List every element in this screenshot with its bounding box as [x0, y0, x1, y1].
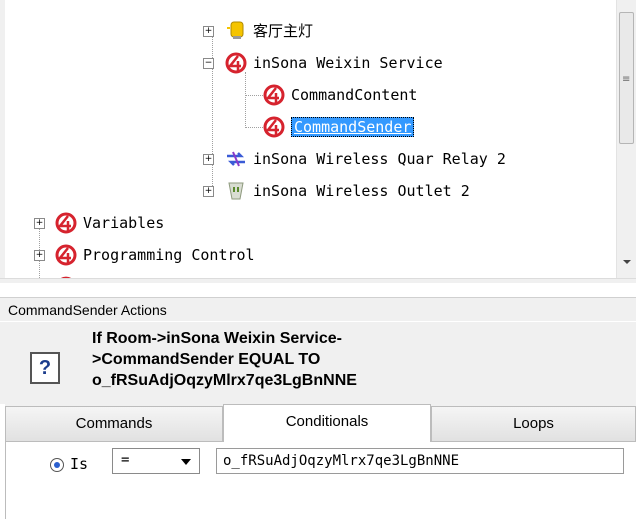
outlet-icon	[228, 182, 244, 200]
splitter[interactable]	[0, 278, 636, 283]
help-button[interactable]: ?	[30, 352, 60, 384]
insona-logo-icon	[55, 212, 77, 234]
tab-loops[interactable]: Loops	[431, 406, 636, 442]
tree-node-outlet[interactable]: inSona Wireless Outlet 2	[225, 179, 470, 203]
tree-node-living-room-light[interactable]: 客厅主灯	[225, 18, 313, 42]
operator-select[interactable]: =	[112, 448, 200, 474]
grip-icon: ≡	[622, 74, 631, 85]
tree-node-variables[interactable]: Variables	[55, 211, 164, 235]
light-bulb-icon	[227, 21, 244, 39]
expand-toggle[interactable]: +	[34, 218, 45, 229]
tree-node-command-sender[interactable]: CommandSender	[263, 115, 415, 139]
expand-toggle[interactable]: +	[34, 250, 45, 261]
tree-node-label: Programming Control	[83, 246, 255, 264]
tree-node-label: inSona Wireless Quar Relay 2	[253, 150, 506, 168]
tree-node-label: inSona Wireless Outlet 2	[253, 182, 470, 200]
tree-node-label: CommandSender	[291, 117, 415, 137]
action-description: If Room->inSona Weixin Service->CommandS…	[92, 330, 357, 389]
tab-conditionals[interactable]: Conditionals	[223, 404, 431, 446]
tree-node-command-content[interactable]: CommandContent	[263, 83, 417, 107]
expand-toggle[interactable]: +	[203, 26, 214, 37]
tree-node-label: 客厅主灯	[253, 21, 314, 40]
relay-arrows-icon	[227, 151, 245, 167]
tab-bar: Commands Conditionals Loops	[5, 404, 636, 446]
insona-logo-icon	[263, 84, 285, 106]
insona-logo-icon	[55, 244, 77, 266]
chevron-down-icon	[181, 459, 191, 465]
is-radio-label: Is	[70, 455, 89, 473]
expand-toggle[interactable]: +	[203, 154, 214, 165]
scroll-down-icon[interactable]	[623, 260, 631, 264]
expand-toggle[interactable]: +	[203, 186, 214, 197]
tree-line	[245, 127, 263, 128]
collapse-toggle[interactable]: −	[203, 58, 214, 69]
tree-node-weixin-service[interactable]: inSona Weixin Service	[225, 51, 443, 75]
is-radio[interactable]	[50, 458, 64, 472]
tab-commands[interactable]: Commands	[5, 406, 223, 442]
tree-node-programming-control[interactable]: Programming Control	[55, 243, 255, 267]
insona-logo-icon	[263, 116, 285, 138]
tree-node-relay[interactable]: inSona Wireless Quar Relay 2	[225, 147, 506, 171]
project-tree[interactable]: + 客厅主灯 − inSona Weixin Service CommandCo…	[0, 0, 636, 280]
tree-node-label: CommandContent	[291, 86, 418, 104]
operator-value: =	[121, 452, 130, 468]
actions-header: CommandSender Actions	[0, 297, 636, 321]
insona-logo-icon	[225, 52, 247, 74]
tree-scrollbar[interactable]: ≡	[616, 0, 636, 278]
tree-line	[245, 95, 263, 96]
tree-node-label: Variables	[83, 214, 165, 232]
value-input[interactable]: o_fRSuAdjOqzyMlrx7qe3LgBnNNE	[216, 448, 624, 474]
tree-node-label: inSona Weixin Service	[253, 54, 443, 72]
tree-line	[245, 72, 246, 128]
